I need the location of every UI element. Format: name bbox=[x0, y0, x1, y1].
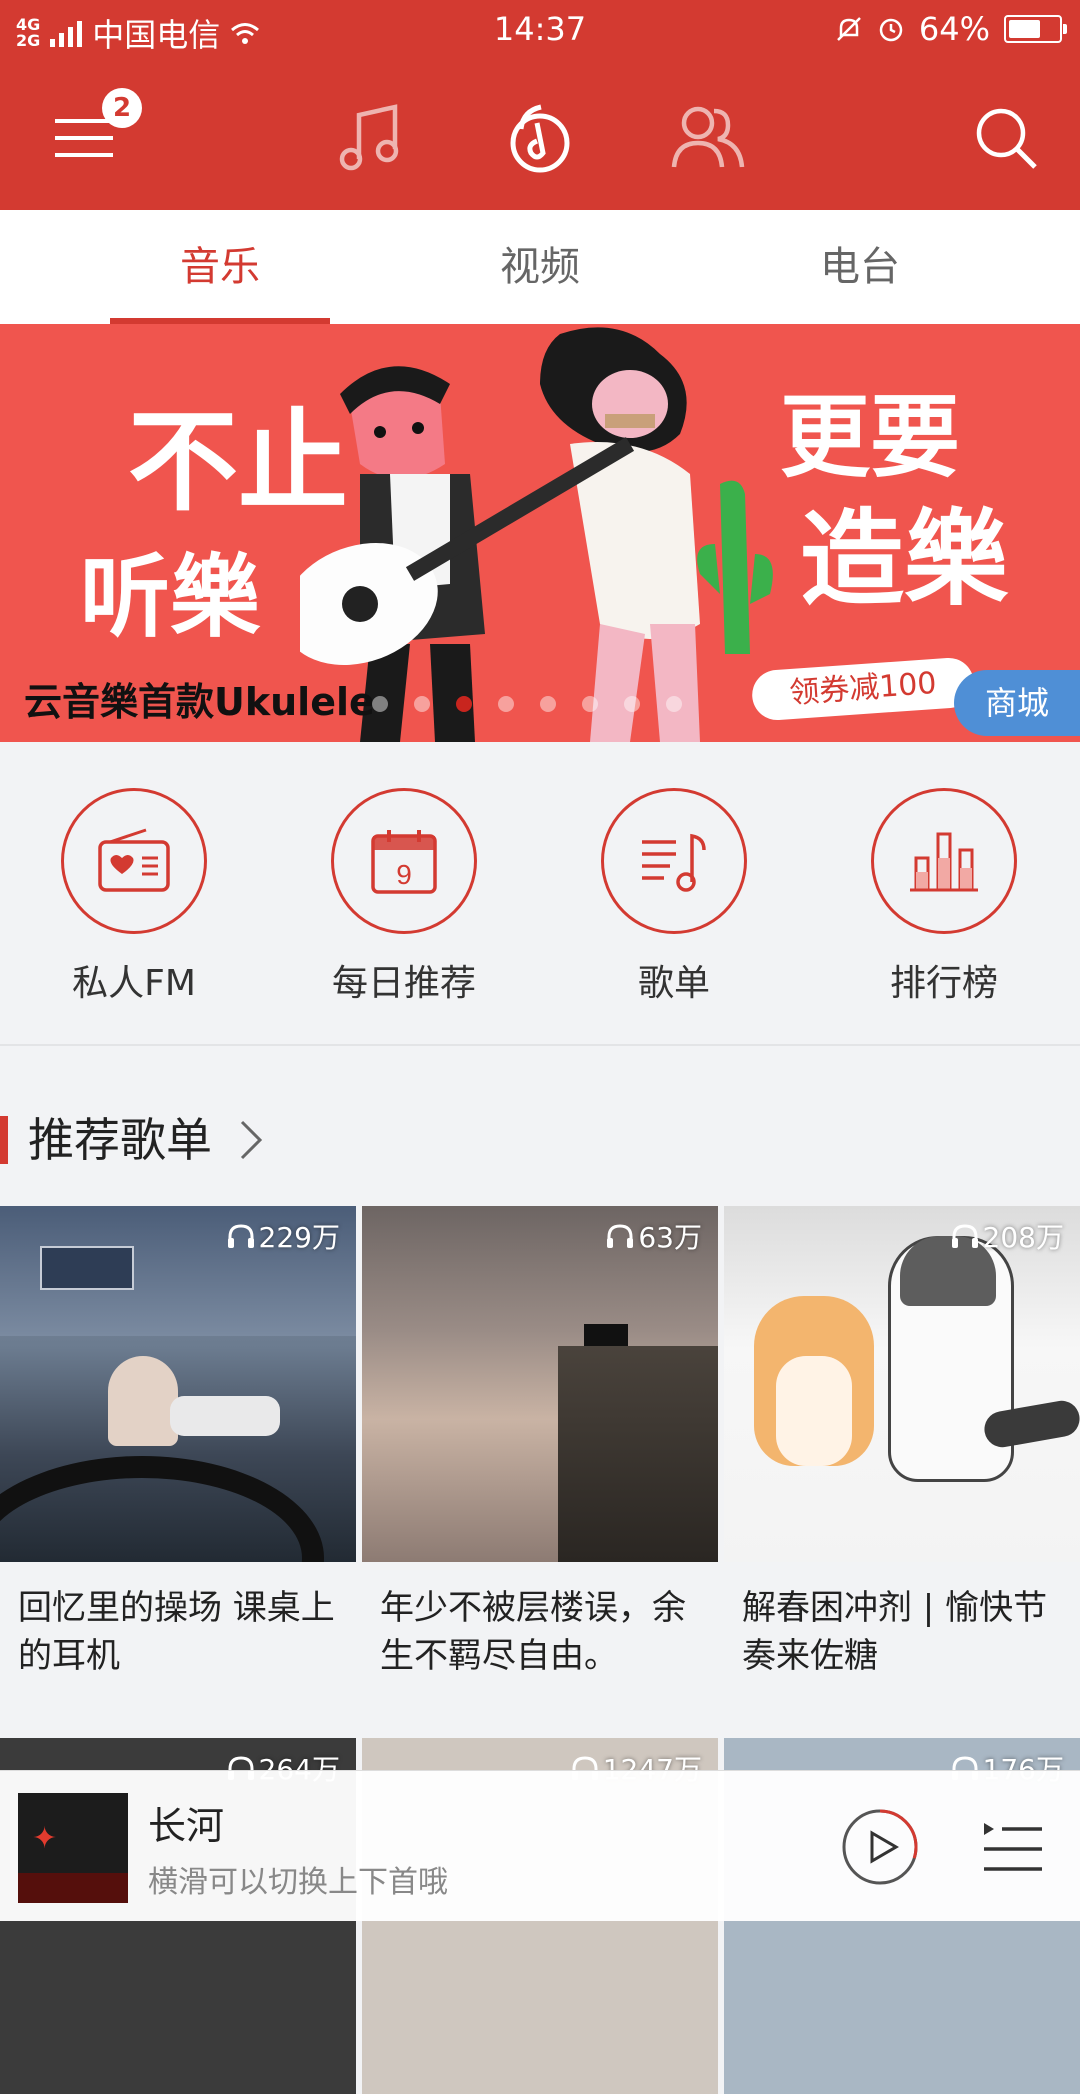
playlist-title: 解春困冲剂 | 愉快节奏来佐糖 bbox=[742, 1588, 1048, 1676]
carousel-dot bbox=[414, 696, 430, 712]
carousel-dot bbox=[456, 696, 472, 712]
discover-icon bbox=[510, 104, 570, 173]
chevron-right-icon bbox=[240, 1120, 263, 1160]
shortcut-label: 每日推荐 bbox=[331, 963, 476, 1004]
carousel-dot bbox=[372, 696, 388, 712]
carousel-dot bbox=[582, 696, 598, 712]
playlist-queue-button[interactable] bbox=[980, 1817, 1046, 1877]
section-title: 推荐歌单 bbox=[28, 1113, 212, 1167]
playlist-cover: 208万 bbox=[724, 1206, 1080, 1562]
play-count-text: 208万 bbox=[982, 1221, 1064, 1254]
banner-headline-left-2: 听樂 bbox=[80, 544, 260, 650]
section-accent-bar bbox=[0, 1116, 8, 1164]
banner-caption: 云音樂首款Ukulele bbox=[24, 680, 375, 724]
friends-tab[interactable] bbox=[658, 88, 758, 188]
playlist-title: 回忆里的操场 课桌上的耳机 bbox=[18, 1588, 335, 1676]
battery-icon bbox=[1004, 15, 1067, 43]
play-icon bbox=[870, 1830, 899, 1864]
shortcut-label: 排行榜 bbox=[889, 963, 998, 1004]
status-bar: 4G 2G 中国电信 14:37 64% bbox=[0, 0, 1080, 58]
album-art: ✦ bbox=[18, 1793, 128, 1903]
playlist-circle bbox=[601, 788, 747, 934]
playlist-cover: 63万 bbox=[362, 1206, 718, 1562]
personal-fm-circle bbox=[61, 788, 207, 934]
battery-percent: 64% bbox=[918, 10, 990, 48]
mini-player[interactable]: ✦ 长河 横滑可以切换上下首哦 bbox=[0, 1770, 1080, 1921]
friends-icon bbox=[671, 106, 745, 168]
play-count: 208万 bbox=[951, 1216, 1064, 1256]
mute-bell-icon bbox=[836, 17, 861, 41]
play-count: 63万 bbox=[606, 1216, 702, 1256]
playlist-card[interactable]: 208万 解春困冲剂 | 愉快节奏来佐糖 bbox=[724, 1206, 1080, 1680]
playlist-card[interactable]: 229万 回忆里的操场 课桌上的耳机 bbox=[0, 1206, 356, 1680]
recommended-playlists-header[interactable]: 推荐歌单 bbox=[0, 1110, 1080, 1170]
tab-video[interactable]: 视频 bbox=[410, 210, 670, 324]
daily-recommend-button[interactable]: 9 每日推荐 bbox=[294, 788, 514, 1006]
queue-icon bbox=[984, 1823, 994, 1835]
content-tabs: 音乐 视频 电台 bbox=[0, 210, 1080, 324]
main-nav: 2 bbox=[0, 70, 1080, 200]
top-bar: 4G 2G 中国电信 14:37 64% 2 bbox=[0, 0, 1080, 210]
swipe-hint: 横滑可以切换上下首哦 bbox=[148, 1865, 448, 1900]
playlist-cover: 229万 bbox=[0, 1206, 356, 1562]
rankings-button[interactable]: 排行榜 bbox=[834, 788, 1054, 1006]
bar-chart-icon bbox=[910, 832, 978, 892]
calendar-day: 9 bbox=[396, 859, 412, 890]
my-music-tab[interactable] bbox=[322, 88, 422, 188]
menu-button[interactable]: 2 bbox=[34, 88, 142, 188]
tab-music[interactable]: 音乐 bbox=[90, 210, 350, 324]
shortcut-row: 私人FM 9 每日推荐 歌单 排行榜 bbox=[0, 742, 1080, 1046]
carousel-dot bbox=[498, 696, 514, 712]
personal-fm-button[interactable]: 私人FM bbox=[24, 788, 244, 1006]
play-count: 229万 bbox=[227, 1216, 340, 1256]
banner-headline-right-2: 造樂 bbox=[800, 497, 1009, 620]
playlist-title: 年少不被层楼误，余生不羁尽自由。 bbox=[380, 1588, 686, 1676]
carousel-dot bbox=[624, 696, 640, 712]
shortcut-label: 歌单 bbox=[637, 963, 710, 1004]
headphones-icon bbox=[227, 1224, 254, 1248]
playlist-card[interactable]: 63万 年少不被层楼误，余生不羁尽自由。 bbox=[362, 1206, 718, 1680]
headphones-icon bbox=[607, 1224, 634, 1248]
carousel-dot bbox=[666, 696, 682, 712]
search-button[interactable] bbox=[956, 88, 1056, 188]
radio-heart-icon bbox=[98, 828, 170, 892]
shop-tag: 商城 bbox=[954, 670, 1080, 736]
alarm-icon bbox=[879, 18, 903, 42]
play-button[interactable] bbox=[840, 1807, 920, 1887]
playlist-button[interactable]: 歌单 bbox=[564, 788, 784, 1006]
search-icon bbox=[976, 108, 1037, 169]
calendar-icon: 9 bbox=[371, 830, 437, 894]
play-count-text: 229万 bbox=[258, 1221, 340, 1254]
shortcut-label: 私人FM bbox=[72, 963, 196, 1004]
play-count-text: 63万 bbox=[638, 1221, 702, 1254]
carousel-indicator bbox=[372, 696, 682, 712]
headphones-icon bbox=[951, 1224, 978, 1248]
playlist-note-icon bbox=[642, 833, 706, 892]
music-note-icon bbox=[339, 104, 399, 171]
daily-recommend-circle: 9 bbox=[331, 788, 477, 934]
tab-radio[interactable]: 电台 bbox=[730, 210, 990, 324]
notification-badge: 2 bbox=[102, 88, 142, 128]
song-title: 长河 bbox=[148, 1804, 225, 1848]
banner-illustration bbox=[300, 327, 773, 742]
discover-tab[interactable] bbox=[490, 88, 590, 188]
carousel-dot bbox=[540, 696, 556, 712]
rankings-circle bbox=[871, 788, 1017, 934]
promo-banner[interactable]: 不止 听樂 更要 造樂 云音樂首款Ukulele 领券减100 商城 bbox=[0, 324, 1080, 742]
